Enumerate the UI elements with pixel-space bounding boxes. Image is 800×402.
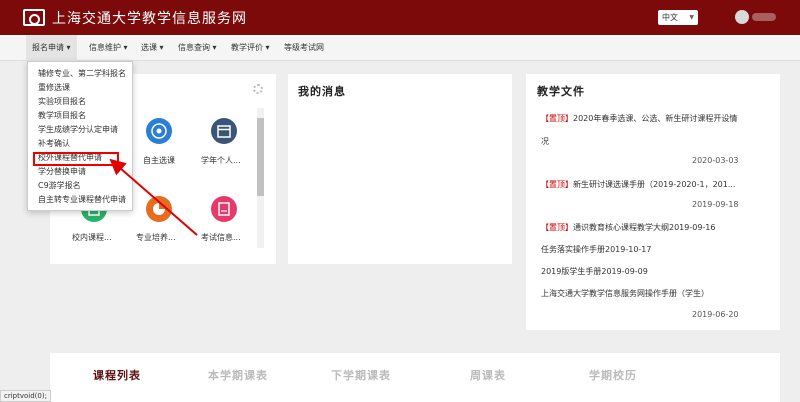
tab-course-list[interactable]: 课程列表 (93, 367, 141, 383)
menu-item-makeup-exam[interactable]: 补考确认 (38, 137, 70, 151)
main-nav: 报名申请 ▾ 信息维护 ▾ 选课 ▾ 信息查询 ▾ 教学评价 ▾ 等级考试网 (0, 35, 800, 61)
menu-item-c9-exchange[interactable]: C9游学报名 (38, 179, 81, 193)
apps-scrollbar[interactable] (257, 108, 264, 248)
messages-panel (288, 74, 512, 264)
course-tabs-panel (50, 353, 780, 402)
document-link[interactable]: 【置顶】通识教育核心课程教学大纲2019-09-16 (541, 222, 716, 233)
app-label[interactable]: 考试信息... (201, 232, 241, 243)
file-icon[interactable] (211, 196, 237, 222)
document-date: 2019-09-18 (692, 200, 739, 209)
menu-item-retake[interactable]: 重修选课 (38, 81, 70, 95)
nav-item-info-query[interactable]: 信息查询 ▾ (178, 35, 217, 61)
top-bar: 上海交通大学教学信息服务网 中文 ▼ (0, 0, 800, 35)
language-select[interactable]: 中文 ▼ (658, 10, 698, 25)
tab-next-semester[interactable]: 下学期课表 (331, 367, 391, 383)
app-label[interactable]: 自主选课 (143, 155, 175, 166)
app-label[interactable]: 校内课程... (72, 232, 112, 243)
document-link[interactable]: 任务落实操作手册2019-10-17 (541, 244, 652, 255)
tab-calendar[interactable]: 学期校历 (589, 367, 637, 383)
calendar-icon[interactable] (211, 118, 237, 144)
menu-item-minor-registration[interactable]: 辅修专业、第二学科报名 (38, 67, 126, 81)
apply-dropdown-menu: 辅修专业、第二学科报名 重修选课 实验项目报名 教学项目报名 学生成绩学分认定申… (27, 61, 133, 211)
chart-icon[interactable] (146, 196, 172, 222)
nav-item-teaching-evaluation[interactable]: 教学评价 ▾ (231, 35, 270, 61)
language-label: 中文 (662, 13, 678, 22)
soccer-ball-icon[interactable] (146, 118, 172, 144)
site-title: 上海交通大学教学信息服务网 (52, 11, 247, 27)
menu-item-credit-recognition[interactable]: 学生成绩学分认定申请 (38, 123, 118, 137)
menu-item-lab-registration[interactable]: 实验项目报名 (38, 95, 86, 109)
chevron-down-icon: ▼ (689, 14, 694, 21)
nav-item-course-selection[interactable]: 选课 ▾ (141, 35, 164, 61)
tab-weekly[interactable]: 周课表 (470, 367, 506, 383)
document-date: 2019-06-20 (692, 310, 739, 319)
document-date: 2020-03-03 (692, 156, 739, 165)
document-link[interactable]: 上海交通大学教学信息服务网操作手册（学生） (541, 288, 709, 299)
avatar[interactable] (735, 10, 749, 24)
menu-item-major-transfer-substitution[interactable]: 自主转专业课程替代申请 (38, 193, 126, 207)
gear-icon[interactable] (253, 84, 263, 94)
document-link[interactable]: 2019版学生手册2019-09-09 (541, 266, 648, 277)
status-bar: criptvoid(0); (0, 390, 51, 402)
documents-title: 教学文件 (537, 85, 585, 98)
scroll-thumb[interactable] (257, 118, 264, 196)
nav-item-level-exam[interactable]: 等级考试网 (284, 35, 324, 61)
menu-item-teaching-project[interactable]: 教学项目报名 (38, 109, 86, 123)
app-label[interactable]: 学年个人... (201, 155, 241, 166)
messages-title: 我的消息 (298, 85, 346, 98)
app-label[interactable]: 专业培养... (136, 232, 176, 243)
document-link[interactable]: 【置顶】新生研讨课选课手册（2019-2020-1，201... (541, 179, 735, 190)
menu-item-highlight-box (33, 152, 119, 166)
document-link[interactable]: 【置顶】2020年春季选课、公选、新生研讨课程开设情 (541, 113, 737, 124)
logo-icon (23, 9, 45, 26)
menu-item-credit-replacement[interactable]: 学分替换申请 (38, 165, 86, 179)
tab-this-semester[interactable]: 本学期课表 (208, 367, 268, 383)
nav-item-apply[interactable]: 报名申请 ▾ (26, 35, 77, 61)
document-link-continuation[interactable]: 况 (541, 136, 549, 147)
nav-item-info-maintenance[interactable]: 信息维护 ▾ (89, 35, 128, 61)
user-name-blurred[interactable] (752, 13, 776, 21)
